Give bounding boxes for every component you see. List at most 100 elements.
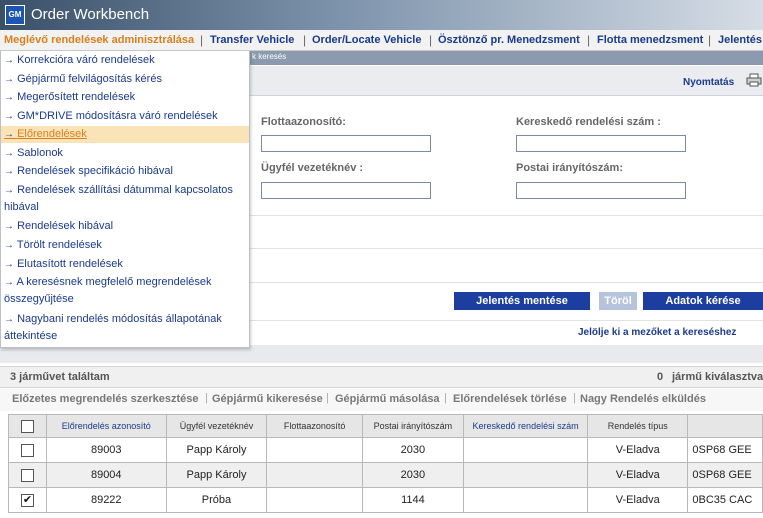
results-table: Előrendelés azonosító Ügyfél vezetéknév …	[8, 414, 763, 513]
app-title-prefix: Order	[31, 6, 70, 23]
nav-separator: |	[429, 33, 433, 47]
select-all-header[interactable]	[8, 414, 47, 438]
table-row[interactable]: ✔ 89222 Próba 1144 V-Eladva 0BC35 CAC	[8, 487, 763, 513]
menu-item-gmdrive-pending[interactable]: → GM*DRIVE módosításra váró rendelések	[1, 108, 249, 125]
manage-orders-dropdown: → Korrekcióra váró rendelések → Gépjármű…	[0, 51, 250, 348]
app-header: GM Order Workbench	[0, 0, 763, 30]
nav-item-incentive[interactable]: Ösztönző pr. Menedzsment	[438, 34, 580, 46]
row-checkbox[interactable]	[20, 443, 34, 457]
menu-item-delivery-date-errors[interactable]: → Rendelések szállítási dátummal kapcsol…	[1, 182, 249, 215]
copy-vehicle-action[interactable]: Gépjármű másolása	[335, 393, 440, 405]
nav-separator: |	[303, 33, 307, 47]
main-nav: Meglévő rendelések adminisztrálása | Tra…	[0, 30, 763, 51]
row-checkbox-cell[interactable]	[8, 462, 47, 488]
preorder-id-cell: 89222	[45, 487, 167, 513]
arrow-right-icon: →	[4, 74, 14, 85]
menu-item-orders-with-errors[interactable]: → Rendelések hibával	[1, 218, 249, 235]
table-row[interactable]: 89004 Papp Károly 2030 V-Eladva 0SP68 GE…	[8, 462, 763, 488]
save-report-button[interactable]: Jelentés mentése	[454, 292, 590, 310]
divider	[250, 215, 763, 216]
divider	[250, 248, 763, 249]
row-checkbox-checked[interactable]: ✔	[20, 493, 34, 507]
table-row[interactable]: 89003 Papp Károly 2030 V-Eladva 0SP68 GE…	[8, 437, 763, 463]
action-separator: |	[326, 392, 329, 404]
menu-item-label: Nagybani rendelés módosítás állapotának …	[4, 313, 222, 342]
column-header-order-type: Rendelés típus	[587, 414, 689, 438]
bulk-order-send-action[interactable]: Nagy Rendelés elküldés	[580, 393, 706, 405]
column-header-dealer-order[interactable]: Kereskedő rendelési szám	[462, 414, 589, 438]
arrow-right-icon: →	[4, 55, 14, 66]
arrow-right-icon: →	[4, 314, 14, 325]
arrow-right-icon: →	[4, 166, 14, 177]
nav-item-fleet[interactable]: Flotta menedzsment	[597, 34, 703, 46]
dealer-order-input[interactable]	[516, 135, 686, 152]
found-count-text: 3 járművet találtam	[10, 371, 110, 383]
app-title: Order Workbench	[31, 6, 149, 23]
config-cell: 0BC35 CAC	[687, 487, 763, 513]
gm-logo: GM	[5, 5, 25, 25]
menu-item-label: Sablonok	[17, 147, 63, 159]
customer-name-input[interactable]	[261, 182, 431, 199]
menu-item-templates[interactable]: → Sablonok	[1, 145, 249, 162]
row-checkbox-cell[interactable]	[8, 437, 47, 463]
dealer-order-cell	[462, 462, 589, 488]
postal-code-cell: 1144	[361, 487, 464, 513]
menu-item-label: Korrekcióra váró rendelések	[17, 54, 155, 66]
arrow-right-icon: →	[4, 111, 14, 122]
menu-item-label: Elutasított rendelések	[17, 258, 123, 270]
menu-item-preorders[interactable]: → Előrendelések	[1, 126, 249, 143]
menu-item-confirmed-orders[interactable]: → Megerősített rendelések	[1, 89, 249, 106]
row-checkbox[interactable]	[20, 468, 34, 482]
clear-button[interactable]: Töröl	[599, 292, 637, 310]
menu-item-label: Rendelések specifikáció hibával	[17, 165, 173, 177]
menu-item-correction-pending[interactable]: → Korrekcióra váró rendelések	[1, 52, 249, 69]
delete-preorders-action[interactable]: Előrendelések törlése	[453, 393, 567, 405]
print-link[interactable]: Nyomtatás	[683, 77, 734, 88]
nav-separator: |	[587, 33, 591, 47]
arrow-right-icon: →	[4, 240, 14, 251]
nav-item-manage-orders[interactable]: Meglévő rendelések adminisztrálása	[4, 34, 194, 46]
order-type-cell: V-Eladva	[587, 487, 689, 513]
menu-item-vehicle-info-request[interactable]: → Gépjármű felvilágosítás kérés	[1, 71, 249, 88]
edit-preorder-action[interactable]: Előzetes megrendelés szerkesztése	[12, 393, 199, 405]
customer-cell: Papp Károly	[165, 462, 268, 488]
select-all-checkbox[interactable]	[20, 419, 34, 433]
arrow-right-icon: →	[4, 129, 14, 140]
search-hint: Jelölje ki a mezőket a kereséshez	[578, 327, 737, 338]
fleet-id-cell	[266, 437, 363, 463]
menu-item-bulk-modification-status[interactable]: → Nagybani rendelés módosítás állapotána…	[1, 311, 249, 344]
fleet-id-label: Flottaazonosító:	[261, 116, 346, 128]
row-checkbox-cell[interactable]: ✔	[8, 487, 47, 513]
customer-name-label: Ügyfél vezetéknév :	[261, 162, 364, 174]
action-separator: |	[573, 392, 576, 404]
locate-vehicle-action[interactable]: Gépjármű kikeresése	[212, 393, 323, 405]
nav-item-transfer-vehicle[interactable]: Transfer Vehicle	[210, 34, 294, 46]
order-type-cell: V-Eladva	[587, 462, 689, 488]
menu-item-label: Gépjármű felvilágosítás kérés	[17, 73, 162, 85]
menu-item-label: Rendelések szállítási dátummal kapcsolat…	[4, 184, 233, 213]
column-header-preorder-id[interactable]: Előrendelés azonosító	[45, 414, 167, 438]
postal-code-input[interactable]	[516, 182, 686, 199]
request-data-button[interactable]: Adatok kérése	[643, 292, 763, 310]
results-summary-bar: 3 járművet találtam 0 jármű kiválasztva	[0, 366, 763, 388]
arrow-right-icon: →	[4, 148, 14, 159]
preorder-id-cell: 89003	[45, 437, 167, 463]
printer-icon[interactable]	[746, 73, 762, 87]
menu-item-label: Megerősített rendelések	[17, 91, 136, 103]
menu-item-deleted-orders[interactable]: → Törölt rendelések	[1, 237, 249, 254]
selected-count-label: jármű kiválasztva	[672, 371, 763, 383]
nav-item-reports[interactable]: Jelentés	[718, 34, 762, 46]
selected-count: 0	[657, 371, 664, 383]
fleet-id-cell	[266, 487, 363, 513]
fleet-id-cell	[266, 462, 363, 488]
menu-item-spec-errors[interactable]: → Rendelések specifikáció hibával	[1, 163, 249, 180]
preorder-id-cell: 89004	[45, 462, 167, 488]
fleet-id-input[interactable]	[261, 135, 431, 152]
menu-item-collect-matching[interactable]: → A keresésnek megfelelő megrendelések ö…	[1, 274, 249, 307]
action-separator: |	[205, 392, 208, 404]
arrow-right-icon: →	[4, 259, 14, 270]
customer-cell: Papp Károly	[165, 437, 268, 463]
order-type-cell: V-Eladva	[587, 437, 689, 463]
menu-item-rejected-orders[interactable]: → Elutasított rendelések	[1, 256, 249, 273]
nav-item-order-locate[interactable]: Order/Locate Vehicle	[312, 34, 421, 46]
